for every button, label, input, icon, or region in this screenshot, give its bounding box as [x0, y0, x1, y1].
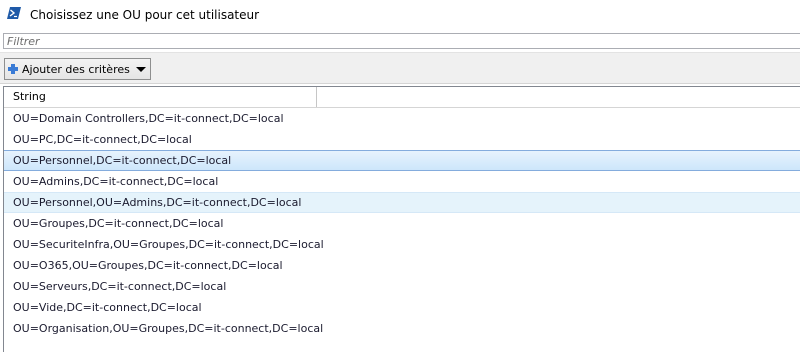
table-row[interactable]: OU=O365,OU=Groupes,DC=it-connect,DC=loca…: [4, 255, 800, 276]
table-row[interactable]: OU=Serveurs,DC=it-connect,DC=local: [4, 276, 800, 297]
table-row[interactable]: OU=Vide,DC=it-connect,DC=local: [4, 297, 800, 318]
powershell-icon: [7, 7, 21, 19]
filter-box[interactable]: [3, 33, 800, 49]
table-row[interactable]: OU=PC,DC=it-connect,DC=local: [4, 129, 800, 150]
table-row-hover[interactable]: OU=Personnel,OU=Admins,DC=it-connect,DC=…: [4, 192, 800, 213]
table-row[interactable]: OU=Organisation,OU=Groupes,DC=it-connect…: [4, 318, 800, 339]
grid-rows: OU=Domain Controllers,DC=it-connect,DC=l…: [4, 108, 800, 339]
table-row[interactable]: OU=Domain Controllers,DC=it-connect,DC=l…: [4, 108, 800, 129]
table-row[interactable]: OU=Admins,DC=it-connect,DC=local: [4, 171, 800, 192]
criteria-toolbar: Ajouter des critères: [0, 52, 800, 84]
add-criteria-label: Ajouter des critères: [22, 62, 130, 76]
table-row[interactable]: OU=SecuriteInfra,OU=Groupes,DC=it-connec…: [4, 234, 800, 255]
table-row[interactable]: OU=Groupes,DC=it-connect,DC=local: [4, 213, 800, 234]
add-criteria-button[interactable]: Ajouter des critères: [4, 58, 151, 80]
window-title: Choisissez une OU pour cet utilisateur: [30, 8, 260, 22]
ou-grid[interactable]: String OU=Domain Controllers,DC=it-conne…: [3, 86, 800, 352]
grid-header: String: [4, 87, 800, 108]
title-bar: Choisissez une OU pour cet utilisateur: [0, 0, 800, 30]
caret-down-icon: [135, 66, 146, 72]
plus-icon: [8, 64, 18, 74]
table-row-selected[interactable]: OU=Personnel,DC=it-connect,DC=local: [4, 150, 800, 171]
column-header-string[interactable]: String: [4, 87, 317, 107]
filter-input[interactable]: [4, 34, 800, 48]
